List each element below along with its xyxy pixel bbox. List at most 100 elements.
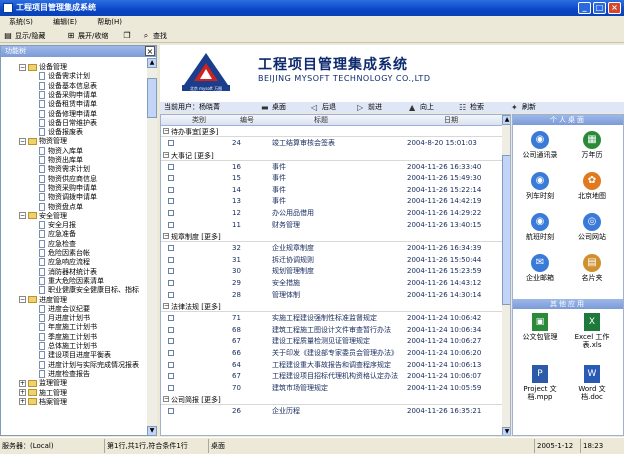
row-checkbox[interactable] (168, 210, 174, 216)
expand-collapse-button[interactable]: ⊞ 展开/收缩 (65, 30, 109, 42)
row-title[interactable]: 事件 (272, 173, 404, 183)
row-checkbox[interactable] (168, 291, 174, 298)
group-label[interactable]: 法律法规 [更多] (171, 302, 221, 312)
table-row[interactable]: 66 关于印发《建设部专家委员会管理办法》 2004-11-24 10:06:20 (161, 348, 510, 358)
collapse-icon[interactable]: − (19, 212, 26, 220)
table-row[interactable]: 70 建筑市场管理规定 2004-11-24 10:05:59 (161, 383, 510, 393)
menu-help[interactable]: 帮助(H) (88, 16, 131, 28)
expand-icon[interactable]: + (19, 379, 26, 387)
table-row[interactable]: 12 办公用品借用 2004-11-26 14:29:22 (161, 208, 510, 218)
app-shortcut[interactable]: P Project 文档.mpp (517, 365, 563, 401)
scroll-down-icon[interactable]: ▼ (147, 426, 157, 436)
column-header-title[interactable]: 标题 (291, 115, 351, 126)
table-row[interactable]: 24 竣工结算审核会签表 2004-8-20 15:01:03 (161, 138, 510, 148)
desktop-shortcut[interactable]: ▦ 万年历 (569, 131, 615, 159)
back-button[interactable]: ◁ 后退 (310, 102, 336, 113)
table-row[interactable]: 26 企业历程 2004-11-26 16:35:21 (161, 406, 510, 416)
list-scrollbar[interactable]: ▲ ▼ (502, 115, 510, 435)
row-title[interactable]: 工程建设重大事故报告和调查程序规定 (272, 360, 404, 370)
collapse-icon[interactable]: − (163, 396, 169, 403)
row-title[interactable]: 建设工程质量检测见证管理规定 (272, 336, 404, 346)
table-row[interactable]: 71 实施工程建设强制性标准监督规定 2004-11-24 10:06:42 (161, 313, 510, 323)
desktop-shortcut[interactable]: ✉ 企业邮箱 (517, 254, 563, 282)
close-button[interactable]: × (608, 2, 621, 14)
column-header-date[interactable]: 日期 (421, 115, 481, 126)
app-shortcut[interactable]: X Excel 工作表.xls (569, 313, 615, 349)
scroll-up-icon[interactable]: ▲ (147, 58, 157, 68)
table-row[interactable]: 15 事件 2004-11-26 15:49:30 (161, 173, 510, 183)
collapse-icon[interactable]: − (163, 303, 169, 310)
group-label[interactable]: 公司简报 [更多] (171, 395, 221, 405)
expand-icon[interactable]: + (19, 389, 26, 396)
desktop-shortcut[interactable]: ◉ 公司通讯录 (517, 131, 563, 159)
row-checkbox[interactable] (168, 361, 174, 368)
row-title[interactable]: 事件 (272, 185, 404, 195)
table-row[interactable]: 28 管理体制 2004-11-26 14:30:14 (161, 290, 510, 300)
collapse-icon[interactable]: − (163, 128, 169, 134)
row-title[interactable]: 事件 (272, 162, 404, 172)
row-title[interactable]: 建筑工程施工图设计文件审查暂行办法 (272, 325, 404, 335)
row-checkbox[interactable] (168, 186, 174, 193)
row-title[interactable]: 工程建设项目招标代理机构资格认定办法 (272, 371, 404, 381)
row-checkbox[interactable] (168, 163, 174, 170)
group-header[interactable]: − 规章制度 [更多] (161, 232, 510, 243)
row-title[interactable]: 安全措施 (272, 278, 404, 288)
row-title[interactable]: 实施工程建设强制性标准监督规定 (272, 313, 404, 323)
row-title[interactable]: 管理体制 (272, 290, 404, 300)
row-title[interactable]: 关于印发《建设部专家委员会管理办法》 (272, 348, 404, 358)
search-button[interactable]: ⌕ 查找 (140, 30, 167, 42)
row-checkbox[interactable] (168, 245, 174, 252)
row-title[interactable]: 财务管理 (272, 220, 404, 230)
group-header[interactable]: − 法律法规 [更多] (161, 302, 510, 313)
scroll-thumb[interactable] (502, 155, 510, 305)
row-title[interactable]: 企业历程 (272, 406, 404, 416)
table-row[interactable]: 68 建筑工程施工图设计文件审查暂行办法 2004-11-24 10:06:34 (161, 325, 510, 335)
scroll-thumb[interactable] (147, 78, 157, 118)
collapse-icon[interactable]: − (19, 137, 26, 145)
refresh-button[interactable]: ✦ 刷新 (510, 102, 536, 113)
row-checkbox[interactable] (168, 373, 174, 380)
tree-node-category[interactable]: + 档案管理 (19, 397, 67, 407)
desktop-shortcut[interactable]: ◎ 公司网站 (569, 213, 615, 241)
row-title[interactable]: 竣工结算审核会签表 (272, 138, 404, 148)
row-checkbox[interactable] (168, 280, 174, 286)
scroll-down-icon[interactable]: ▼ (502, 427, 510, 435)
up-button[interactable]: ▲ 向上 (408, 102, 434, 113)
maximize-button[interactable]: □ (593, 2, 606, 14)
collapse-icon[interactable]: − (163, 233, 169, 240)
close-panel-icon[interactable]: × (145, 46, 155, 56)
table-row[interactable]: 13 事件 2004-11-26 14:42:19 (161, 196, 510, 206)
table-row[interactable]: 67 建设工程质量检测见证管理规定 2004-11-24 10:06:27 (161, 336, 510, 346)
row-checkbox[interactable] (168, 175, 174, 182)
desktop-shortcut[interactable]: ◉ 列车时刻 (517, 172, 563, 200)
collapse-icon[interactable]: − (163, 151, 169, 158)
table-row[interactable]: 11 财务管理 2004-11-26 13:40:15 (161, 220, 510, 230)
collapse-icon[interactable]: − (19, 296, 26, 303)
collapse-icon[interactable]: − (19, 63, 26, 71)
show-hide-button[interactable]: ▤ 显示/隐藏 (2, 30, 45, 42)
copy-button[interactable]: ❐ (121, 30, 134, 42)
app-shortcut[interactable]: W Word 文档.doc (569, 365, 615, 401)
expand-icon[interactable]: + (19, 398, 26, 406)
row-title[interactable]: 办公用品借用 (272, 208, 404, 218)
app-shortcut[interactable]: ▣ 公文包管理 (517, 313, 563, 341)
table-row[interactable]: 31 拆迁协调规则 2004-11-26 15:50:44 (161, 255, 510, 265)
forward-button[interactable]: ▷ 前进 (356, 102, 382, 113)
row-checkbox[interactable] (168, 326, 174, 333)
group-label[interactable]: 大事记 [更多] (171, 151, 214, 161)
row-title[interactable]: 拆迁协调规则 (272, 255, 404, 265)
group-label[interactable]: 待办事宜[更多] (171, 127, 218, 137)
menu-system[interactable]: 系统(S) (0, 16, 42, 28)
table-row[interactable]: 67 工程建设项目招标代理机构资格认定办法 2004-11-24 10:06:07 (161, 371, 510, 381)
row-checkbox[interactable] (168, 384, 174, 391)
column-header-number[interactable]: 编号 (227, 115, 267, 126)
tree-scrollbar[interactable]: ▲ ▼ (147, 58, 157, 436)
desktop-shortcut[interactable]: ◉ 航班时刻 (517, 213, 563, 241)
row-checkbox[interactable] (168, 268, 174, 275)
scroll-up-icon[interactable]: ▲ (502, 115, 510, 125)
row-checkbox[interactable] (168, 350, 174, 356)
column-header-category[interactable]: 类别 (179, 115, 219, 126)
group-header[interactable]: − 待办事宜[更多] (161, 127, 510, 137)
menu-edit[interactable]: 编辑(E) (44, 16, 86, 28)
group-label[interactable]: 规章制度 [更多] (171, 232, 221, 242)
